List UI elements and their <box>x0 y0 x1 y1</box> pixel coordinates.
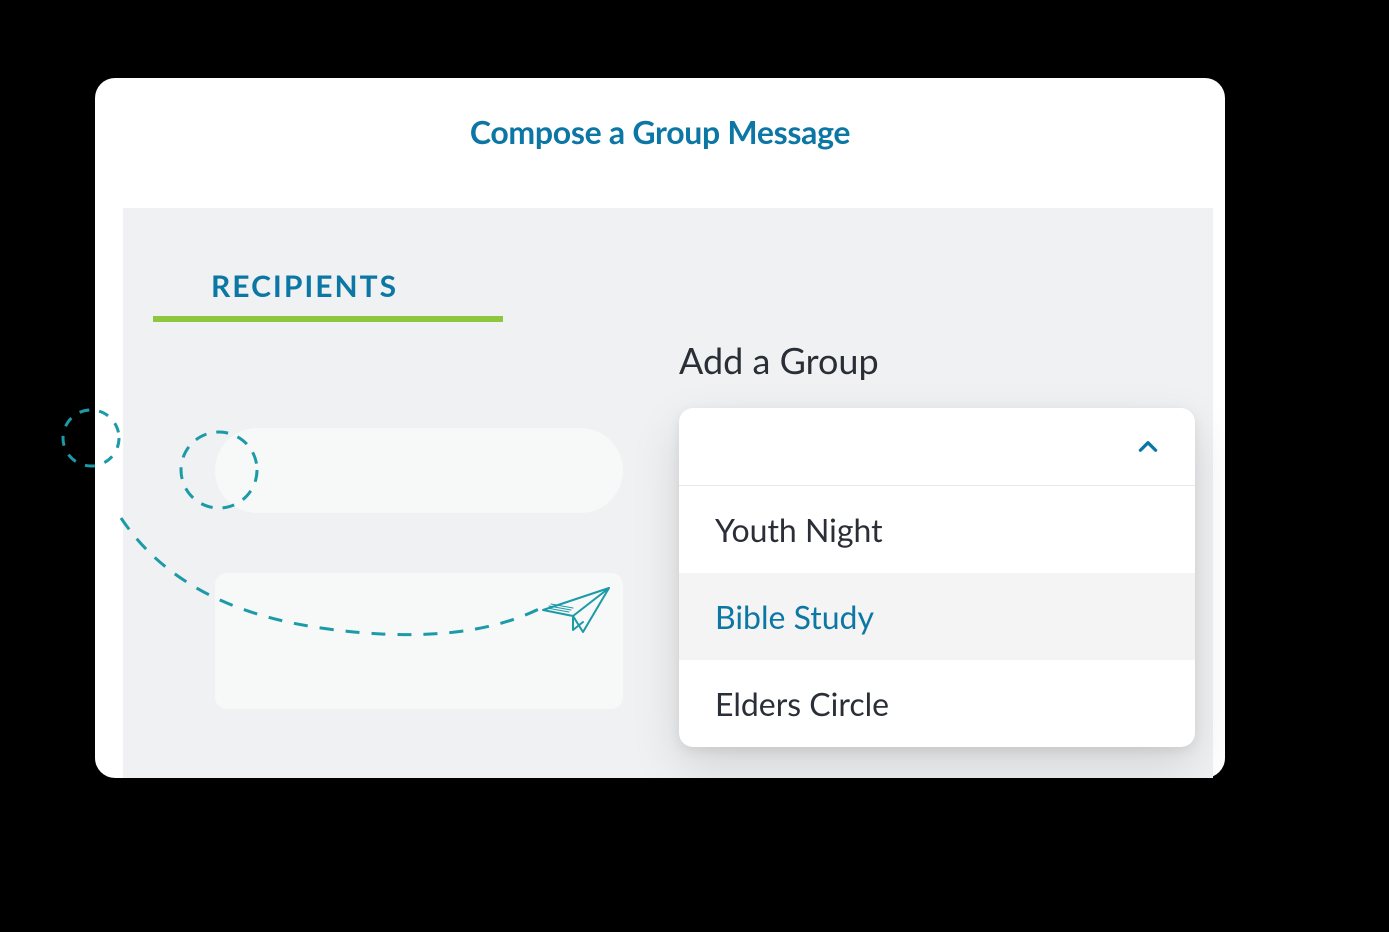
dropdown-option-elders-circle[interactable]: Elders Circle <box>679 660 1195 747</box>
dropdown-header[interactable] <box>679 408 1195 486</box>
card-title: Compose a Group Message <box>95 112 1225 151</box>
group-dropdown[interactable]: Youth Night Bible Study Elders Circle <box>679 408 1195 747</box>
dropdown-option-label: Elders Circle <box>715 684 889 723</box>
dropdown-option-bible-study[interactable]: Bible Study <box>679 573 1195 660</box>
add-group-label: Add a Group <box>679 338 879 382</box>
compose-card: Compose a Group Message RECIPIENTS Add a… <box>95 78 1225 778</box>
tab-recipients-label: RECIPIENTS <box>211 268 398 304</box>
dropdown-option-label: Bible Study <box>715 597 874 636</box>
dashed-trail-decoration <box>61 408 621 668</box>
paper-plane-icon <box>539 582 619 638</box>
dropdown-option-youth-night[interactable]: Youth Night <box>679 486 1195 573</box>
recipients-panel: RECIPIENTS Add a Group <box>123 208 1213 778</box>
chevron-up-icon <box>1135 434 1161 460</box>
tab-recipients[interactable]: RECIPIENTS <box>153 256 503 322</box>
dropdown-option-label: Youth Night <box>715 510 883 549</box>
